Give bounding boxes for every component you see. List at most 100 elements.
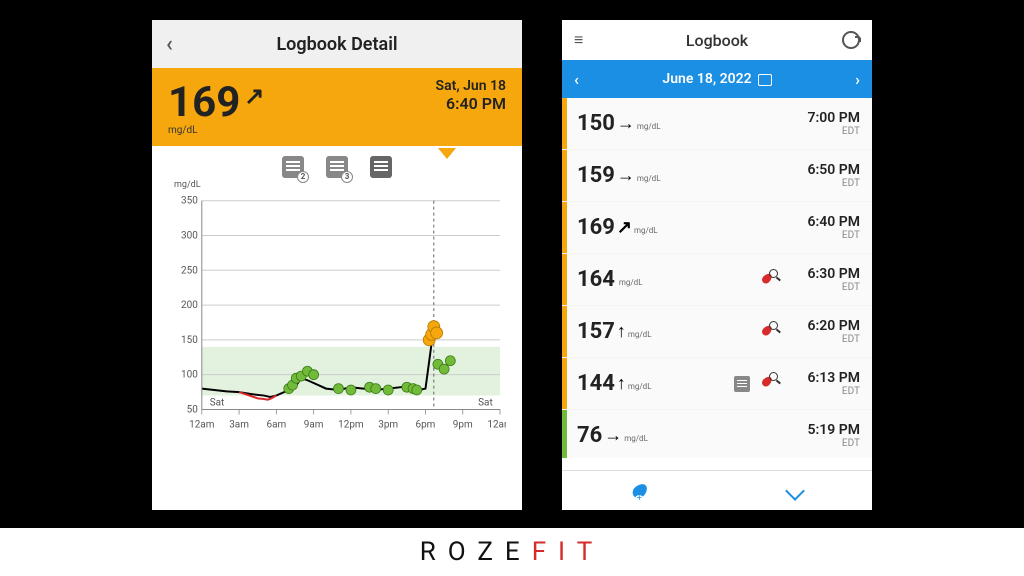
glucose-tab[interactable] <box>562 471 717 510</box>
row-trend-arrow-icon: ↑ <box>617 373 626 394</box>
row-tz: EDT <box>786 126 860 137</box>
phones-container: ‹ Logbook Detail 169 ↗ mg/dL Sat, Jun 18… <box>0 0 1024 510</box>
note-icon[interactable] <box>370 156 392 178</box>
svg-text:6am: 6am <box>266 419 286 430</box>
row-timewrap: 6:50 PMEDT <box>786 162 860 189</box>
reading-row[interactable]: 164mg/dL6:30 PMEDT <box>562 254 872 305</box>
svg-text:9pm: 9pm <box>453 419 473 430</box>
readings-list[interactable]: 150→mg/dL7:00 PMEDT159→mg/dL6:50 PMEDT16… <box>562 98 872 458</box>
logbook-list-screen: ≡ Logbook ‹ June 18, 2022 › 150→mg/dL7:0… <box>562 20 872 510</box>
range-color-edge <box>562 306 567 357</box>
blood-drop-search-icon <box>760 273 774 287</box>
row-time: 6:20 PM <box>786 318 860 334</box>
bottom-tabbar <box>562 470 872 510</box>
next-day-button[interactable]: › <box>855 70 860 89</box>
reading-row[interactable]: 150→mg/dL 7:00 PMEDT <box>562 98 872 149</box>
brand-footer: ROZEFIT <box>0 528 1024 576</box>
range-color-edge <box>562 254 567 305</box>
row-trend-arrow-icon: → <box>617 113 635 134</box>
svg-text:9am: 9am <box>304 419 324 430</box>
date-navigator: ‹ June 18, 2022 › <box>562 60 872 98</box>
reading-row[interactable]: 157↑mg/dL 6:20 PMEDT <box>562 306 872 357</box>
svg-text:3am: 3am <box>229 419 249 430</box>
svg-text:350: 350 <box>181 196 198 207</box>
svg-text:250: 250 <box>181 265 198 276</box>
row-time: 7:00 PM <box>786 110 860 126</box>
row-timewrap: 7:00 PMEDT <box>786 110 860 137</box>
row-unit: mg/dL <box>628 330 652 339</box>
svg-text:12pm: 12pm <box>338 419 364 430</box>
detail-title: Logbook Detail <box>276 34 397 55</box>
reading-row[interactable]: 159→mg/dL6:50 PMEDT <box>562 150 872 201</box>
range-color-edge <box>562 98 567 149</box>
row-timewrap: 6:30 PMEDT <box>786 266 860 293</box>
row-tz: EDT <box>786 386 860 397</box>
svg-text:200: 200 <box>181 300 198 311</box>
row-tz: EDT <box>786 334 860 345</box>
detail-topbar: ‹ Logbook Detail <box>152 20 522 68</box>
reading-row[interactable]: 144↑mg/dL 6:13 PMEDT <box>562 358 872 409</box>
row-timewrap: 5:19 PMEDT <box>786 422 860 449</box>
y-axis-unit: mg/dL <box>174 180 201 190</box>
svg-text:300: 300 <box>181 230 198 241</box>
reading-time: 6:40 PM <box>436 94 506 113</box>
row-trend-arrow-icon: → <box>604 425 622 446</box>
row-unit: mg/dL <box>634 226 658 235</box>
row-trend-arrow-icon: → <box>617 165 635 186</box>
row-value: 157 <box>577 319 615 344</box>
range-color-edge <box>562 358 567 409</box>
share-signal-icon[interactable] <box>842 31 860 49</box>
logbook-detail-screen: ‹ Logbook Detail 169 ↗ mg/dL Sat, Jun 18… <box>152 20 522 510</box>
range-color-edge <box>562 410 567 458</box>
row-icons <box>734 376 774 392</box>
svg-text:12am: 12am <box>189 419 215 430</box>
note-icon[interactable]: 3 <box>326 156 348 178</box>
row-trend-arrow-icon: ↑ <box>617 321 626 342</box>
row-tz: EDT <box>786 438 860 449</box>
svg-text:150: 150 <box>181 335 198 346</box>
calendar-icon[interactable] <box>758 74 772 86</box>
list-title: Logbook <box>686 31 748 50</box>
back-chevron-icon[interactable]: ‹ <box>166 32 173 57</box>
row-time: 6:50 PM <box>786 162 860 178</box>
hero-right: Sat, Jun 18 6:40 PM <box>436 78 506 113</box>
row-time: 5:19 PM <box>786 422 860 438</box>
note-icons-row: 2 3 <box>152 146 522 180</box>
blood-drop-search-icon <box>760 376 774 390</box>
hero-left: 169 ↗ mg/dL <box>168 78 264 136</box>
row-value: 164 <box>577 267 615 292</box>
blood-drop-search-icon <box>760 325 774 339</box>
range-color-edge <box>562 202 567 253</box>
row-unit: mg/dL <box>637 122 661 131</box>
row-time: 6:30 PM <box>786 266 860 282</box>
list-topbar: ≡ Logbook <box>562 20 872 60</box>
svg-text:6pm: 6pm <box>416 419 436 430</box>
svg-text:Sat: Sat <box>478 397 493 408</box>
row-timewrap: 6:20 PMEDT <box>786 318 860 345</box>
row-value: 144 <box>577 371 615 396</box>
row-tz: EDT <box>786 178 860 189</box>
row-trend-arrow-icon: ↗ <box>617 217 632 238</box>
current-date[interactable]: June 18, 2022 <box>662 71 751 87</box>
row-time: 6:40 PM <box>786 214 860 230</box>
reading-unit: mg/dL <box>168 125 264 136</box>
row-time: 6:13 PM <box>786 370 860 386</box>
pencil-icon <box>785 481 805 501</box>
range-color-edge <box>562 150 567 201</box>
row-tz: EDT <box>786 282 860 293</box>
brand-part2: FIT <box>532 537 605 567</box>
note-icon <box>734 376 750 392</box>
note-icon[interactable]: 2 <box>282 156 304 178</box>
row-value: 76 <box>577 423 602 448</box>
row-icons <box>760 273 774 287</box>
hamburger-icon[interactable]: ≡ <box>574 30 583 50</box>
row-timewrap: 6:40 PMEDT <box>786 214 860 241</box>
brand-part1: ROZE <box>420 537 532 567</box>
row-unit: mg/dL <box>628 382 652 391</box>
reading-row[interactable]: 169↗mg/dL6:40 PMEDT <box>562 202 872 253</box>
edit-tab[interactable] <box>717 471 872 510</box>
reading-row[interactable]: 76→mg/dL5:19 PMEDT <box>562 410 872 458</box>
prev-day-button[interactable]: ‹ <box>574 70 579 89</box>
row-value: 150 <box>577 111 615 136</box>
reading-date: Sat, Jun 18 <box>436 78 506 94</box>
